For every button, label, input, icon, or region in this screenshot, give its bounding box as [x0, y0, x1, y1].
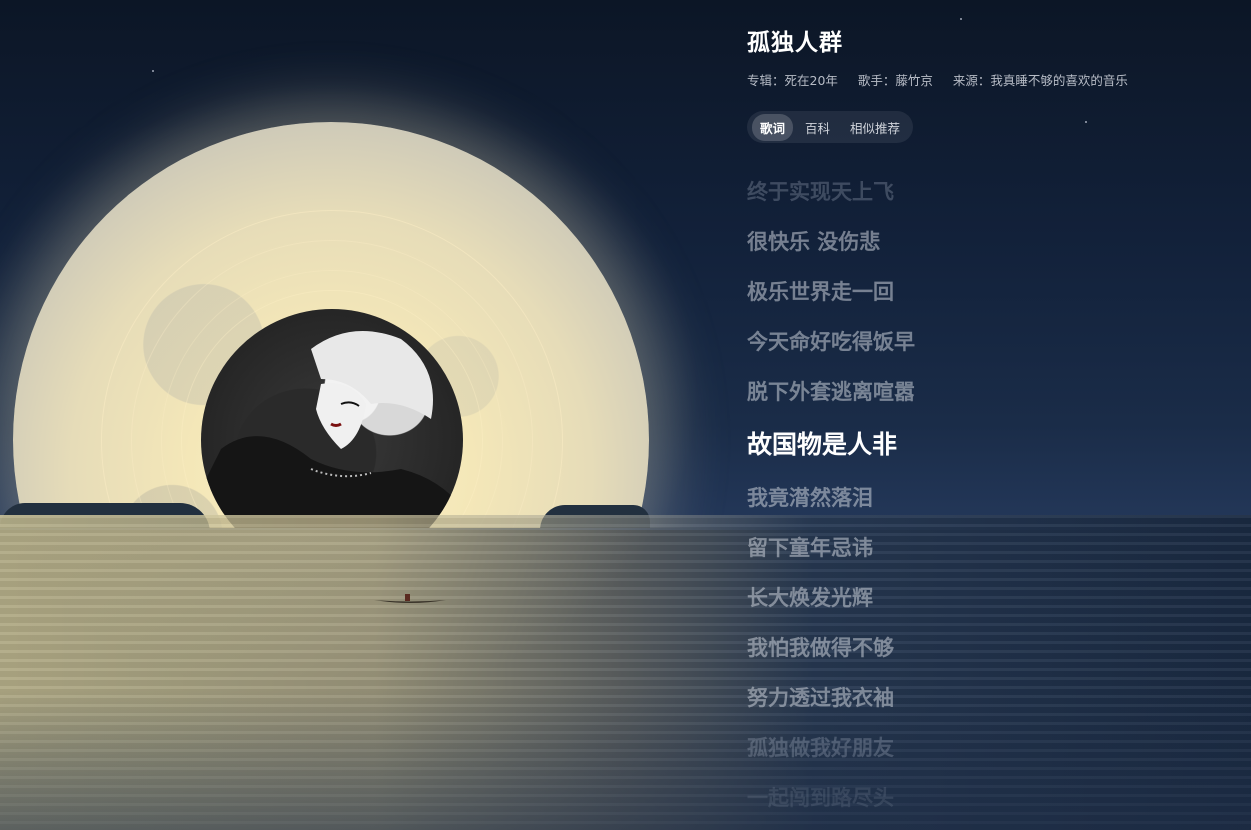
lyric-line[interactable]: 我怕我做得不够	[747, 626, 1227, 676]
tab-lyrics[interactable]: 歌词	[752, 113, 794, 141]
album-label[interactable]: 专辑：死在20年	[747, 73, 838, 88]
lyric-line-current[interactable]: 故国物是人非	[747, 420, 1227, 476]
boat-icon	[374, 594, 446, 603]
lyric-line[interactable]: 一起闯到路尽头	[747, 776, 1227, 826]
lyric-line[interactable]: 长大焕发光辉	[747, 576, 1227, 626]
lyric-line[interactable]: 努力透过我衣袖	[747, 676, 1227, 726]
lyric-line[interactable]: 今天命好吃得饭早	[747, 320, 1227, 370]
lyric-line[interactable]: 留下童年忌讳	[747, 526, 1227, 576]
artist-label[interactable]: 歌手：藤竹京	[858, 73, 933, 88]
source-label[interactable]: 来源：我真睡不够的喜欢的音乐	[953, 73, 1128, 88]
tab-wiki[interactable]: 百科	[797, 114, 838, 141]
lyric-line[interactable]: 很快乐 没伤悲	[747, 220, 1227, 270]
lyric-line[interactable]: 极乐世界走一回	[747, 270, 1227, 320]
lyric-line[interactable]: 脱下外套逃离喧嚣	[747, 370, 1227, 420]
song-title: 孤独人群	[747, 30, 843, 56]
lyric-line[interactable]: 终于实现天上飞	[747, 170, 1227, 220]
info-tabs: 歌词 百科 相似推荐	[747, 111, 914, 143]
tab-similar[interactable]: 相似推荐	[842, 114, 908, 141]
song-meta: 专辑：死在20年 歌手：藤竹京 来源：我真睡不够的喜欢的音乐	[747, 70, 1227, 89]
song-info-panel: 孤独人群 专辑：死在20年 歌手：藤竹京 来源：我真睡不够的喜欢的音乐 歌词 百…	[747, 26, 1227, 143]
lyric-line[interactable]: 我竟潸然落泪	[747, 476, 1227, 526]
lyrics-list: 终于实现天上飞 很快乐 没伤悲 极乐世界走一回 今天命好吃得饭早 脱下外套逃离喧…	[747, 170, 1227, 826]
lyric-line[interactable]: 孤独做我好朋友	[747, 726, 1227, 776]
